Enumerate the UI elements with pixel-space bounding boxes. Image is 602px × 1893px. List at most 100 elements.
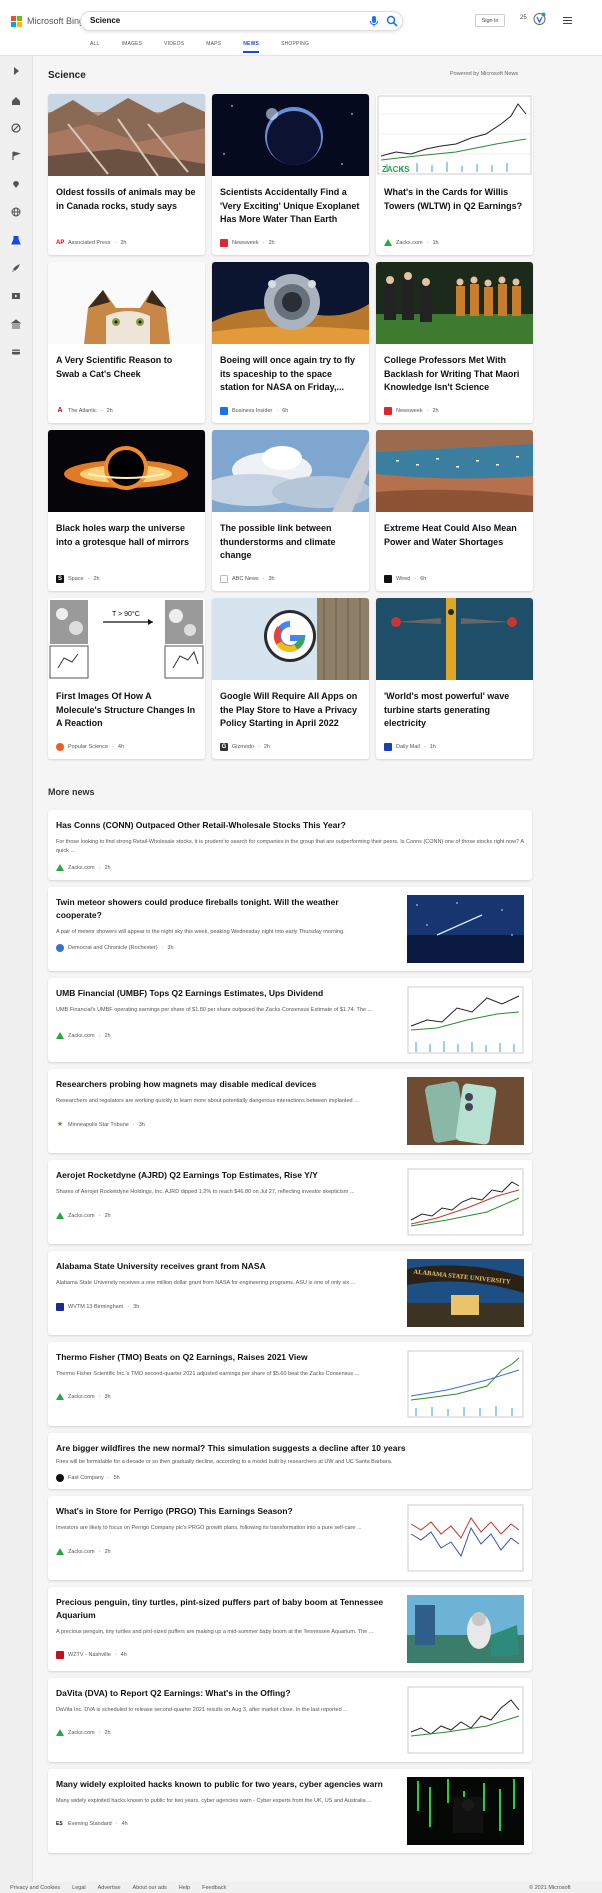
news-item[interactable]: UMB Financial (UMBF) Tops Q2 Earnings Es… [48, 978, 532, 1062]
card-title[interactable]: The possible link between thunderstorms … [220, 522, 362, 563]
zacks-logo-icon [56, 1729, 64, 1736]
card-source: ABC News · 3h [220, 575, 275, 583]
news-card[interactable]: Black holes warp the universe into a gro… [48, 430, 205, 591]
news-title[interactable]: Has Conns (CONN) Outpaced Other Retail-W… [56, 819, 524, 832]
news-card[interactable]: The possible link between thunderstorms … [212, 430, 369, 591]
news-item[interactable]: Thermo Fisher (TMO) Beats on Q2 Earnings… [48, 1342, 532, 1426]
card-title[interactable]: Google Will Require All Apps on the Play… [220, 690, 362, 731]
zacks-watermark: ZACKS [382, 165, 410, 174]
news-thumbnail [407, 1504, 524, 1572]
news-title[interactable]: DaVita (DVA) to Report Q2 Earnings: What… [56, 1687, 396, 1700]
card-source: Zacks.com · 1h [384, 239, 439, 246]
tab-shopping[interactable]: SHOPPING [281, 41, 309, 53]
search-input[interactable]: Science [90, 16, 120, 25]
location-pin-icon[interactable] [11, 179, 21, 189]
microphone-icon[interactable] [369, 16, 379, 27]
search-icon[interactable] [386, 15, 398, 27]
news-title[interactable]: Aerojet Rocketdyne (AJRD) Q2 Earnings To… [56, 1169, 396, 1182]
tab-news[interactable]: NEWS [243, 41, 260, 53]
news-title[interactable]: Many widely exploited hacks known to pub… [56, 1778, 396, 1791]
newsweek-logo-icon [384, 407, 392, 415]
rewards-medal-icon[interactable] [533, 12, 546, 26]
section-title: Science [48, 70, 86, 81]
news-item[interactable]: What's in Store for Perrigo (PRGO) This … [48, 1496, 532, 1580]
card-source: Daily Mail · 1h [384, 743, 436, 751]
news-card[interactable]: Oldest fossils of animals may be in Cana… [48, 94, 205, 255]
card-title[interactable]: A Very Scientific Reason to Swab a Cat's… [56, 354, 198, 381]
news-item[interactable]: Aerojet Rocketdyne (AJRD) Q2 Earnings To… [48, 1160, 532, 1244]
card-source: AP Associated Press · 2h [56, 239, 127, 247]
tab-videos[interactable]: VIDEOS [164, 41, 184, 53]
footer-link-legal[interactable]: Legal [72, 1885, 85, 1891]
footer-link-help[interactable]: Help [179, 1885, 190, 1891]
news-item[interactable]: Has Conns (CONN) Outpaced Other Retail-W… [48, 810, 532, 880]
card-title[interactable]: Black holes warp the universe into a gro… [56, 522, 198, 549]
tab-images[interactable]: IMAGES [122, 41, 143, 53]
tab-all[interactable]: ALL [90, 41, 100, 53]
card-title[interactable]: Boeing will once again try to fly its sp… [220, 354, 362, 395]
footer-link-about-ads[interactable]: About our ads [133, 1885, 167, 1891]
search-box[interactable]: Science [80, 11, 403, 31]
home-icon[interactable] [11, 96, 21, 106]
news-title[interactable]: UMB Financial (UMBF) Tops Q2 Earnings Es… [56, 987, 396, 1000]
news-card[interactable]: 'World's most powerful' wave turbine sta… [376, 598, 533, 759]
news-source: Zacks.com · 2h [56, 1729, 111, 1736]
sign-in-button[interactable]: Sign in [475, 14, 505, 27]
news-item[interactable]: Twin meteor showers could produce fireba… [48, 887, 532, 971]
news-item[interactable]: DaVita (DVA) to Report Q2 Earnings: What… [48, 1678, 532, 1762]
card-title[interactable]: Scientists Accidentally Find a 'Very Exc… [220, 186, 362, 227]
news-card[interactable]: Google Will Require All Apps on the Play… [212, 598, 369, 759]
card-image [212, 430, 369, 512]
news-thumbnail [407, 1777, 524, 1845]
tab-maps[interactable]: MAPS [206, 41, 221, 53]
news-title[interactable]: Twin meteor showers could produce fireba… [56, 896, 386, 922]
sports-icon[interactable] [11, 123, 21, 133]
news-card[interactable]: T > 90°C First Images Of How A Molecule'… [48, 598, 205, 759]
news-thumbnail [407, 1350, 524, 1418]
card-title[interactable]: First Images Of How A Molecule's Structu… [56, 690, 198, 731]
logo-text: Microsoft Bing [27, 16, 85, 26]
card-title[interactable]: What's in the Cards for Willis Towers (W… [384, 186, 526, 213]
footer-link-feedback[interactable]: Feedback [202, 1885, 226, 1891]
card-image [212, 94, 369, 176]
footer-link-advertise[interactable]: Advertise [98, 1885, 121, 1891]
news-card[interactable]: Extreme Heat Could Also Mean Power and W… [376, 430, 533, 591]
news-snippet: Thermo Fisher Scientific Inc.'s TMO seco… [56, 1371, 360, 1377]
news-card[interactable]: Scientists Accidentally Find a 'Very Exc… [212, 94, 369, 255]
footer-links: Privacy and Cookies Legal Advertise Abou… [10, 1885, 226, 1891]
science-icon[interactable] [11, 235, 21, 245]
rocket-icon[interactable] [11, 263, 21, 273]
news-item[interactable]: Many widely exploited hacks known to pub… [48, 1769, 532, 1853]
news-card[interactable]: ZACKS What's in the Cards for Willis Tow… [376, 94, 533, 255]
rewards-points[interactable]: 25 [520, 15, 527, 21]
entertainment-icon[interactable] [11, 291, 21, 301]
news-title[interactable]: Precious penguin, tiny turtles, pint-siz… [56, 1596, 386, 1622]
footer-link-privacy[interactable]: Privacy and Cookies [10, 1885, 60, 1891]
news-item[interactable]: Researchers probing how magnets may disa… [48, 1069, 532, 1153]
news-title[interactable]: Thermo Fisher (TMO) Beats on Q2 Earnings… [56, 1351, 396, 1364]
expand-arrow-icon[interactable] [11, 66, 21, 76]
news-item[interactable]: Alabama State University receives grant … [48, 1251, 532, 1335]
globe-icon[interactable] [11, 207, 21, 217]
news-item[interactable]: Are bigger wildfires the new normal? Thi… [48, 1433, 532, 1489]
news-thumbnail [407, 1168, 524, 1236]
flag-icon[interactable] [11, 151, 21, 161]
news-card[interactable]: A Very Scientific Reason to Swab a Cat's… [48, 262, 205, 423]
hamburger-menu-icon[interactable] [563, 17, 572, 24]
news-title[interactable]: Are bigger wildfires the new normal? Thi… [56, 1442, 524, 1455]
news-card[interactable]: Boeing will once again try to fly its sp… [212, 262, 369, 423]
gizmodo-logo-icon: G [220, 743, 228, 751]
card-title[interactable]: 'World's most powerful' wave turbine sta… [384, 690, 526, 731]
powered-by: Powered by Microsoft News [450, 71, 519, 77]
bing-logo[interactable]: Microsoft Bing [11, 15, 84, 27]
news-title[interactable]: What's in Store for Perrigo (PRGO) This … [56, 1505, 396, 1518]
news-title[interactable]: Alabama State University receives grant … [56, 1260, 396, 1273]
card-title[interactable]: Oldest fossils of animals may be in Cana… [56, 186, 198, 213]
news-item[interactable]: Precious penguin, tiny turtles, pint-siz… [48, 1587, 532, 1671]
politics-icon[interactable] [11, 319, 21, 329]
card-title[interactable]: Extreme Heat Could Also Mean Power and W… [384, 522, 526, 549]
news-title[interactable]: Researchers probing how magnets may disa… [56, 1078, 396, 1091]
money-icon[interactable] [11, 347, 21, 357]
news-card[interactable]: College Professors Met With Backlash for… [376, 262, 533, 423]
card-title[interactable]: College Professors Met With Backlash for… [384, 354, 526, 395]
